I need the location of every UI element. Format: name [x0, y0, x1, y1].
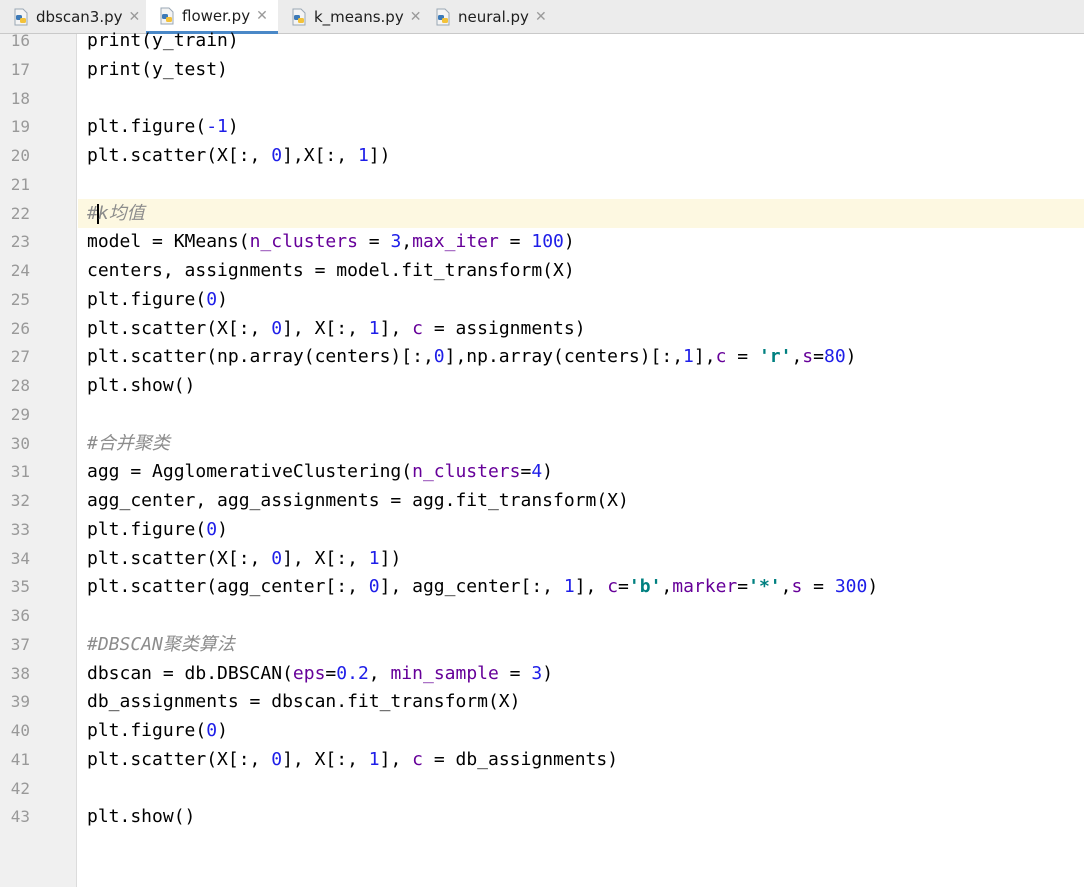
python-file-icon [290, 8, 308, 26]
line-number: 26 [10, 318, 30, 338]
line-number: 16 [10, 31, 30, 50]
tab-label: neural.py [458, 7, 529, 26]
current-line-highlight [78, 198, 1084, 228]
tab-neural-py[interactable]: neural.py ✕ [422, 0, 547, 33]
line-number: 24 [10, 261, 30, 280]
line-number: 17 [10, 59, 30, 79]
code-line[interactable]: plt.figure(0) [87, 515, 228, 544]
line-number: 42 [10, 778, 30, 798]
close-icon[interactable]: ✕ [129, 9, 141, 25]
code-line[interactable]: db_assignments = dbscan.fit_transform(X) [87, 687, 520, 716]
code-line[interactable]: plt.figure(0) [87, 716, 228, 745]
code-line[interactable]: print(y_test) [87, 55, 228, 84]
line-number: 21 [10, 174, 30, 194]
line-number: 36 [10, 606, 30, 625]
code-line[interactable]: #合并聚类 [87, 429, 170, 458]
code-line[interactable]: plt.scatter(X[:, 0], X[:, 1]) [87, 544, 401, 573]
line-number: 20 [10, 146, 30, 165]
code-line[interactable]: plt.scatter(X[:, 0], X[:, 1], c = db_ass… [87, 745, 618, 774]
line-number: 37 [10, 634, 30, 654]
line-number: 25 [10, 289, 30, 309]
close-icon[interactable]: ✕ [256, 8, 268, 24]
line-number: 40 [10, 721, 30, 740]
code-line[interactable]: dbscan = db.DBSCAN(eps=0.2, min_sample =… [87, 659, 553, 688]
line-number: 34 [10, 548, 30, 568]
code-line[interactable]: plt.show() [87, 371, 195, 400]
code-line[interactable]: plt.scatter(X[:, 0],X[:, 1]) [87, 141, 390, 170]
code-line[interactable]: #DBSCAN聚类算法 [87, 630, 235, 659]
close-icon[interactable]: ✕ [410, 9, 422, 25]
code-line[interactable]: plt.scatter(agg_center[:, 0], agg_center… [87, 572, 878, 601]
code-line[interactable]: plt.show() [87, 802, 195, 831]
code-line[interactable]: plt.figure(0) [87, 285, 228, 314]
code-line[interactable]: print(y_train) [87, 26, 239, 55]
line-number: 30 [10, 433, 30, 453]
line-number: 32 [10, 491, 30, 510]
line-number: 19 [10, 117, 30, 137]
line-number: 18 [10, 88, 30, 108]
line-number: 22 [10, 203, 30, 223]
line-number: 28 [10, 376, 30, 395]
line-number: 33 [10, 519, 30, 539]
code-line[interactable]: centers, assignments = model.fit_transfo… [87, 256, 575, 285]
tab-label: flower.py [182, 6, 251, 25]
tab-label: dbscan3.py [36, 7, 123, 26]
line-number: 35 [10, 577, 30, 597]
line-number: 27 [10, 347, 30, 367]
code-line[interactable]: #k均值 [87, 199, 145, 228]
python-file-icon [158, 7, 176, 25]
close-icon[interactable]: ✕ [535, 9, 547, 25]
code-line[interactable]: plt.scatter(np.array(centers)[:,0],np.ar… [87, 342, 857, 371]
line-number: 43 [10, 807, 30, 827]
line-number: 39 [10, 692, 30, 712]
line-number: 41 [10, 749, 30, 769]
python-file-icon [12, 8, 30, 26]
tab-label: k_means.py [314, 7, 404, 26]
line-number: 31 [10, 462, 30, 482]
text-caret [96, 203, 99, 224]
line-number: 38 [10, 663, 30, 683]
line-number: 23 [10, 232, 30, 252]
code-line[interactable]: model = KMeans(n_clusters = 3,max_iter =… [87, 227, 575, 256]
code-line[interactable]: plt.figure(-1) [87, 112, 239, 141]
python-file-icon [434, 8, 452, 26]
code-line[interactable]: plt.scatter(X[:, 0], X[:, 1], c = assign… [87, 314, 586, 343]
code-line[interactable]: agg = AgglomerativeClustering(n_clusters… [87, 457, 553, 486]
tab-k_means-py[interactable]: k_means.py ✕ [278, 0, 422, 33]
code-line[interactable]: agg_center, agg_assignments = agg.fit_tr… [87, 486, 629, 515]
line-number: 29 [10, 404, 30, 424]
